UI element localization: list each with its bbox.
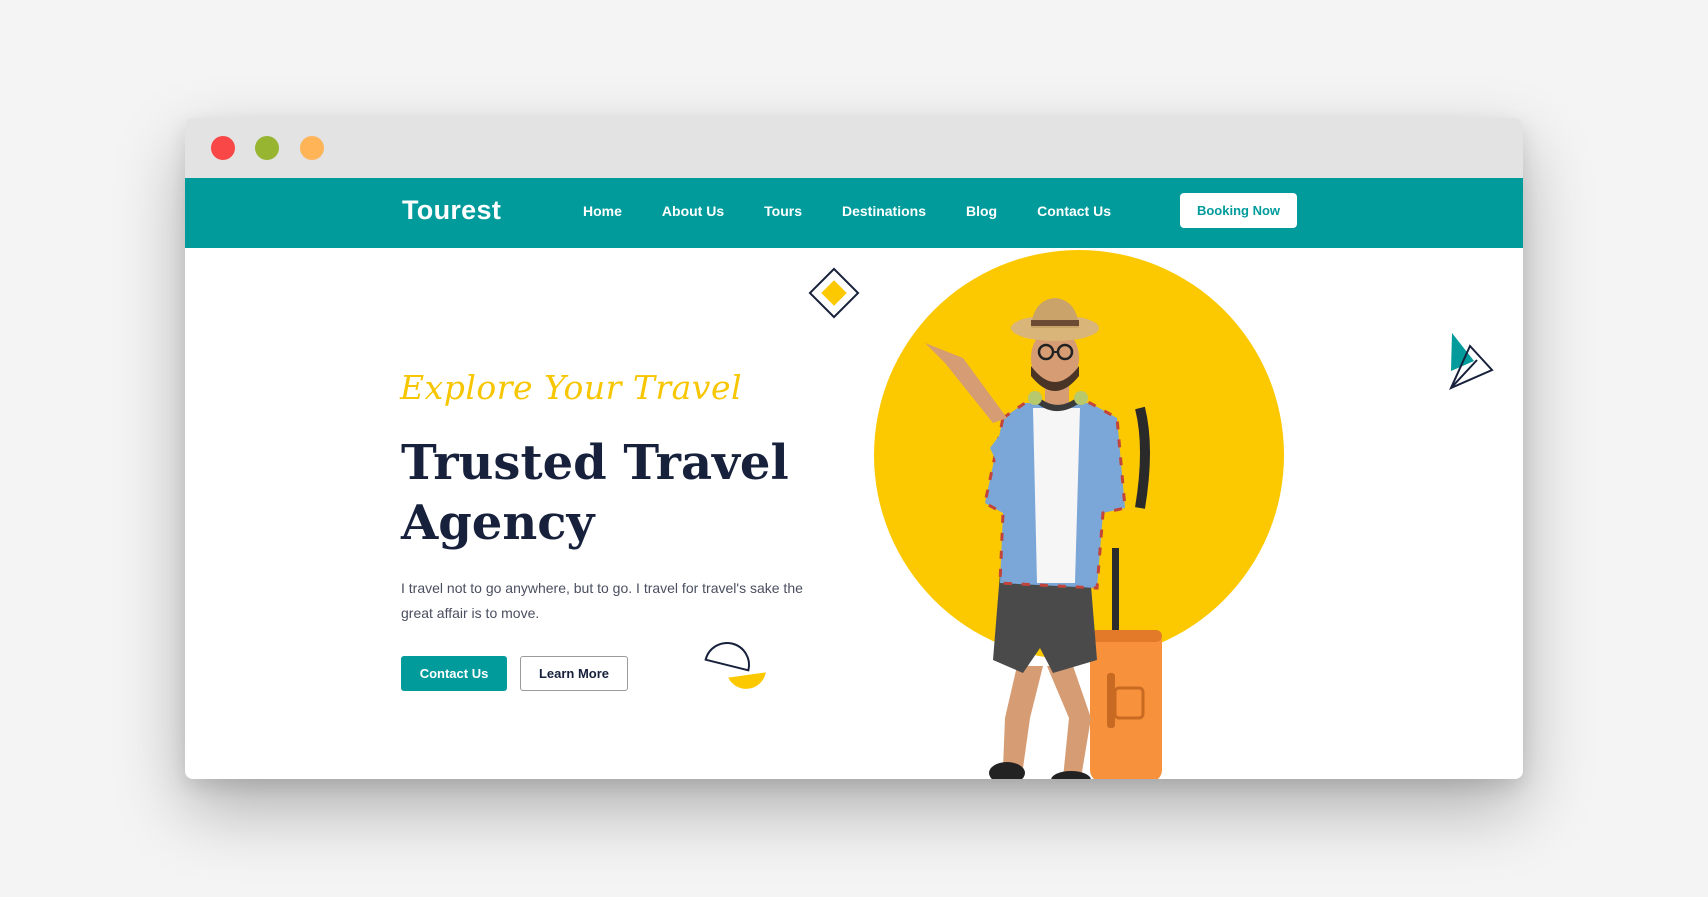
nav-item-destinations[interactable]: Destinations	[842, 203, 926, 219]
hero-tagline: Explore Your Travel	[400, 368, 743, 407]
browser-window: Tourest Home About Us Tours Destinations…	[185, 118, 1523, 779]
nav-item-tours[interactable]: Tours	[764, 203, 802, 219]
main-nav: Home About Us Tours Destinations Blog Co…	[583, 203, 1151, 219]
nav-item-about-us[interactable]: About Us	[662, 203, 724, 219]
contact-us-button[interactable]: Contact Us	[401, 656, 507, 691]
diamond-decoration-icon	[808, 267, 860, 319]
hero-section: Explore Your Travel Trusted Travel Agenc…	[185, 248, 1523, 779]
half-circle-decoration-icon	[704, 642, 766, 689]
maximize-window-dot[interactable]	[255, 136, 279, 160]
site-header: Tourest Home About Us Tours Destinations…	[185, 178, 1523, 248]
nav-item-contact-us[interactable]: Contact Us	[1037, 203, 1111, 219]
hero-description: I travel not to go anywhere, but to go. …	[401, 580, 803, 621]
learn-more-button[interactable]: Learn More	[520, 656, 628, 691]
hero-illustration	[704, 250, 1494, 779]
nav-item-home[interactable]: Home	[583, 203, 622, 219]
paper-plane-icon	[1449, 333, 1494, 390]
site-logo[interactable]: Tourest	[402, 195, 501, 226]
hero-title: Trusted Travel Agency	[401, 435, 789, 551]
window-titlebar	[185, 118, 1523, 178]
close-window-dot[interactable]	[211, 136, 235, 160]
minimize-window-dot[interactable]	[300, 136, 324, 160]
nav-item-blog[interactable]: Blog	[966, 203, 997, 219]
booking-now-button[interactable]: Booking Now	[1180, 193, 1297, 228]
